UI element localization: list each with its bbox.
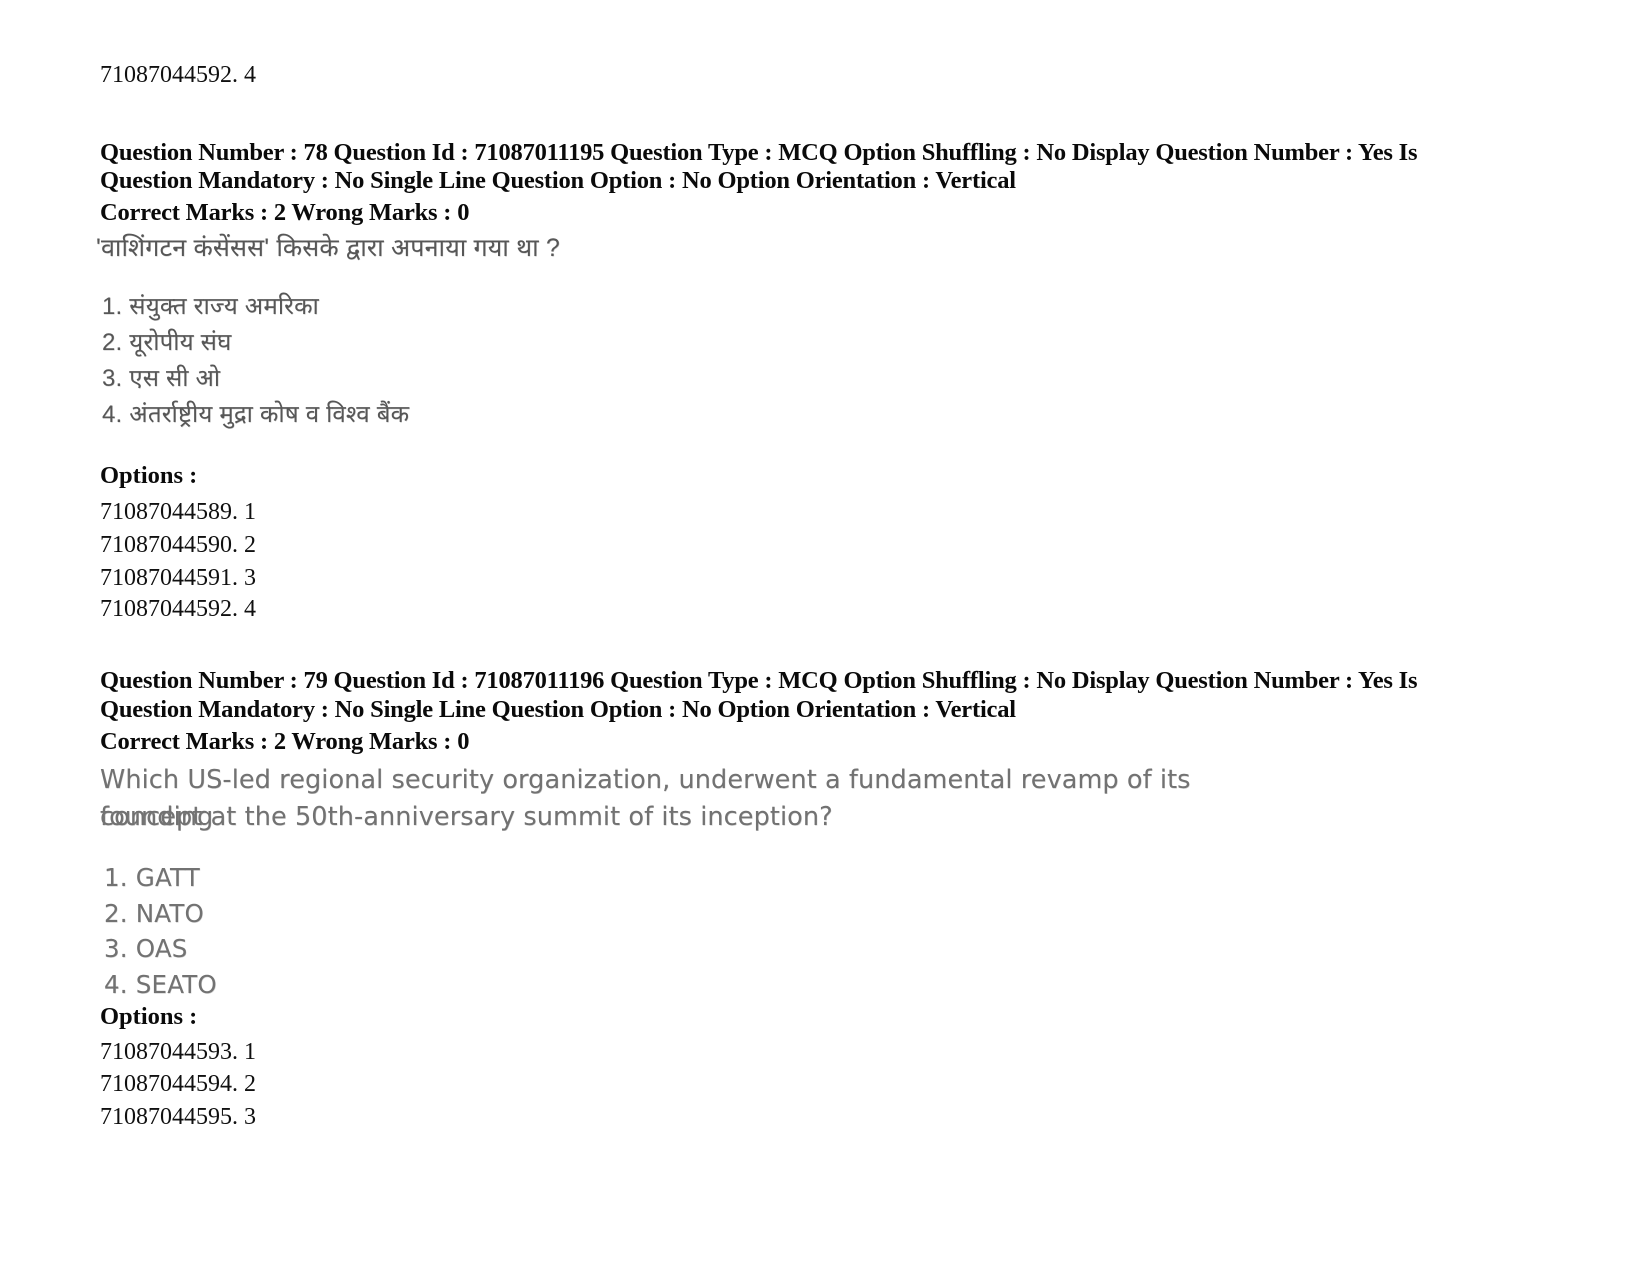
question-78-text-line-1: 'वाशिंगटन कंसेंसस' किसके द्वारा अपनाया ग…	[96, 234, 561, 262]
question-78-choice-2: 2. यूरोपीय संघ	[102, 329, 232, 356]
question-79-choice-3: 3. OAS	[104, 934, 188, 963]
question-79-text-line-2: concept at the 50th-anniversary summit o…	[100, 802, 833, 832]
question-79-choice-2: 2. NATO	[104, 899, 204, 928]
question-79-choice-4: 4. SEATO	[104, 970, 217, 999]
question-78-header-line-1: Question Number : 78 Question Id : 71087…	[100, 139, 1418, 166]
question-78-option-id-2: 71087044590. 2	[100, 532, 256, 558]
question-79-marks: Correct Marks : 2 Wrong Marks : 0	[100, 728, 470, 755]
question-79-header-line-2: Question Mandatory : No Single Line Ques…	[100, 696, 1016, 723]
question-78-option-id-4: 71087044592. 4	[100, 596, 256, 622]
question-78-option-id-3: 71087044591. 3	[100, 565, 256, 591]
question-78-option-id-1: 71087044589. 1	[100, 499, 256, 525]
question-78-options-label: Options :	[100, 462, 198, 489]
question-78-marks: Correct Marks : 2 Wrong Marks : 0	[100, 199, 470, 226]
question-79-option-id-2: 71087044594. 2	[100, 1071, 256, 1097]
carryover-option-id: 71087044592. 4	[100, 62, 256, 88]
question-78-header-line-2: Question Mandatory : No Single Line Ques…	[100, 167, 1016, 194]
question-79-option-id-3: 71087044595. 3	[100, 1104, 256, 1130]
question-79-choice-1: 1. GATT	[104, 863, 200, 892]
question-79-option-id-1: 71087044593. 1	[100, 1039, 256, 1065]
question-79-header-line-1: Question Number : 79 Question Id : 71087…	[100, 667, 1418, 694]
question-79-options-label: Options :	[100, 1003, 198, 1030]
question-78-choice-1: 1. संयुक्त राज्य अमरिका	[102, 293, 319, 320]
document-page: 71087044592. 4 Question Number : 78 Ques…	[0, 0, 1650, 1275]
question-78-choice-3: 3. एस सी ओ	[102, 365, 221, 392]
question-78-choice-4: 4. अंतर्राष्ट्रीय मुद्रा कोष व विश्व बैं…	[102, 401, 410, 428]
